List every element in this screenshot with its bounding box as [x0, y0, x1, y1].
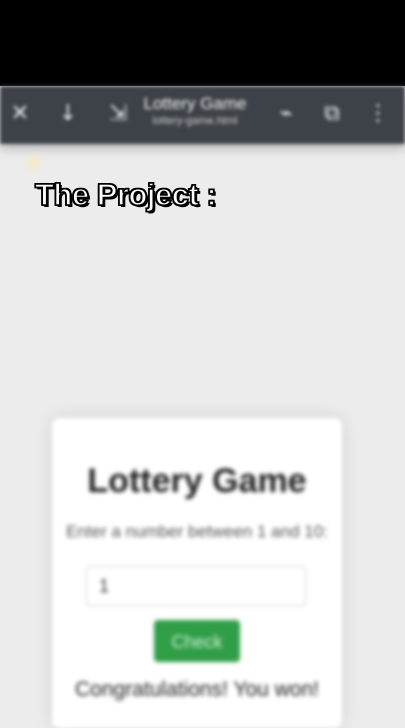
lottery-card: Lottery Game Enter a number between 1 an… [52, 418, 342, 728]
tabs-icon[interactable]: ⧉ [318, 100, 346, 128]
game-instruction: Enter a number between 1 and 10: [66, 522, 328, 541]
status-bar-area [0, 0, 405, 86]
result-message: Congratulations! You won! [74, 678, 319, 701]
overlay-caption: The Project : [34, 176, 217, 213]
more-icon[interactable]: ⋮ [364, 100, 392, 128]
down-arrow-icon[interactable]: ↓ [54, 100, 82, 128]
file-subtitle-text: lottery-game.html [152, 115, 238, 127]
light-spark [26, 156, 40, 170]
check-button[interactable]: Check [154, 620, 240, 662]
close-icon[interactable]: ✕ [6, 100, 34, 128]
file-title-text: Lottery Game [143, 94, 247, 113]
number-input[interactable]: 1 [86, 566, 306, 606]
share-icon[interactable]: ⌁ [272, 100, 300, 128]
file-title: Lottery Game lottery-game.html [140, 94, 250, 128]
game-title: Lottery Game [87, 462, 307, 500]
editor-toolbar: ✕ ↓ ⇲ Lottery Game lottery-game.html ⌁ ⧉… [0, 86, 405, 144]
wrap-icon[interactable]: ⇲ [104, 100, 132, 128]
